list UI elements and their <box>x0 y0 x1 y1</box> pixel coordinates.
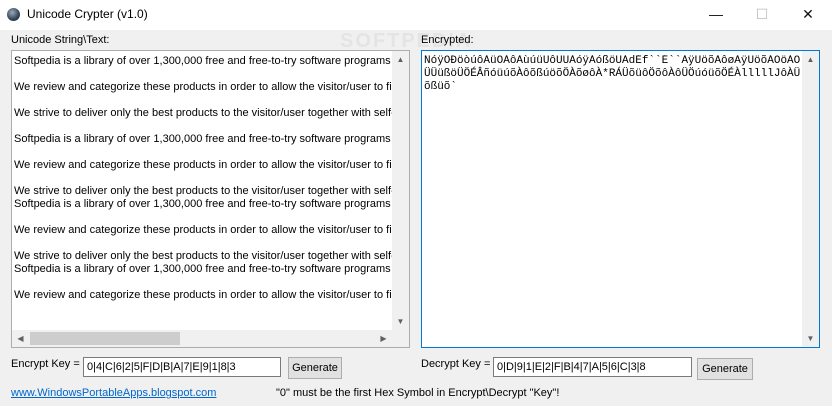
text-line: Softpedia is a library of over 1,300,000… <box>14 263 392 275</box>
text-line: We review and categorize these products … <box>14 224 392 236</box>
text-line: Softpedia is a library of over 1,300,000… <box>14 55 392 67</box>
decrypt-key-label: Decrypt Key = <box>421 358 491 370</box>
encrypted-text-content: ÑóÿÔÐöòúôÀüÖÀôÀùúüÜôÜÚÀóÿÀóßöÜÀdÉf``É``À… <box>424 55 801 93</box>
scroll-down-icon[interactable]: ▼ <box>392 313 409 330</box>
text-line: We review and categorize these products … <box>14 81 392 93</box>
text-line <box>14 211 392 224</box>
decrypt-generate-button[interactable]: Generate <box>697 358 753 380</box>
app-icon <box>7 8 20 21</box>
text-line: We strive to deliver only the best produ… <box>14 250 392 262</box>
maximize-button[interactable]: ☐ <box>739 0 785 30</box>
encrypt-key-label: Encrypt Key = <box>11 358 80 370</box>
title-bar: Unicode Crypter (v1.0) — ☐ ✕ <box>0 0 832 30</box>
unicode-text-area[interactable]: Softpedia is a library of over 1,300,000… <box>11 50 410 348</box>
vertical-scrollbar[interactable]: ▲ ▼ <box>392 51 409 330</box>
scroll-up-icon[interactable]: ▲ <box>802 51 819 68</box>
text-line <box>14 120 392 133</box>
window-title: Unicode Crypter (v1.0) <box>27 7 148 21</box>
vertical-scrollbar[interactable]: ▲ ▼ <box>802 51 819 347</box>
close-button[interactable]: ✕ <box>785 0 831 30</box>
horizontal-scroll-thumb[interactable] <box>30 332 180 345</box>
scroll-left-icon[interactable]: ◀ <box>12 330 29 347</box>
text-line: We strive to deliver only the best produ… <box>14 185 392 197</box>
scroll-corner <box>392 330 409 347</box>
encrypted-label: Encrypted: <box>421 34 474 46</box>
scroll-right-icon[interactable]: ▶ <box>375 330 392 347</box>
horizontal-scrollbar[interactable]: ◀ ▶ <box>12 330 392 347</box>
text-line: We review and categorize these products … <box>14 289 392 301</box>
minimize-button[interactable]: — <box>693 0 739 30</box>
text-line: We review and categorize these products … <box>14 159 392 171</box>
decrypt-key-input[interactable]: 0|D|9|1|E|2|F|B|4|7|A|5|6|C|3|8 <box>493 357 692 377</box>
text-line <box>14 172 392 185</box>
encrypt-key-input[interactable]: 0|4|C|6|2|5|F|D|B|A|7|E|9|1|8|3 <box>83 357 281 377</box>
text-line <box>14 237 392 250</box>
text-line: Softpedia is a library of over 1,300,000… <box>14 198 392 210</box>
text-line: Softpedia is a library of over 1,300,000… <box>14 133 392 145</box>
encrypt-generate-button[interactable]: Generate <box>288 357 342 379</box>
text-line <box>14 68 392 81</box>
text-line <box>14 276 392 289</box>
text-line: We strive to deliver only the best produ… <box>14 107 392 119</box>
key-hint-text: "0" must be the first Hex Symbol in Encr… <box>276 387 560 399</box>
unicode-text-content: Softpedia is a library of over 1,300,000… <box>14 55 392 330</box>
website-link[interactable]: www.WindowsPortableApps.blogspot.com <box>11 387 216 399</box>
scroll-up-icon[interactable]: ▲ <box>392 51 409 68</box>
text-line <box>14 94 392 107</box>
text-line <box>14 146 392 159</box>
encrypted-text-area[interactable]: ÑóÿÔÐöòúôÀüÖÀôÀùúüÜôÜÚÀóÿÀóßöÜÀdÉf``É``À… <box>421 50 820 348</box>
unicode-text-label: Unicode String\Text: <box>11 34 110 46</box>
scroll-down-icon[interactable]: ▼ <box>802 330 819 347</box>
